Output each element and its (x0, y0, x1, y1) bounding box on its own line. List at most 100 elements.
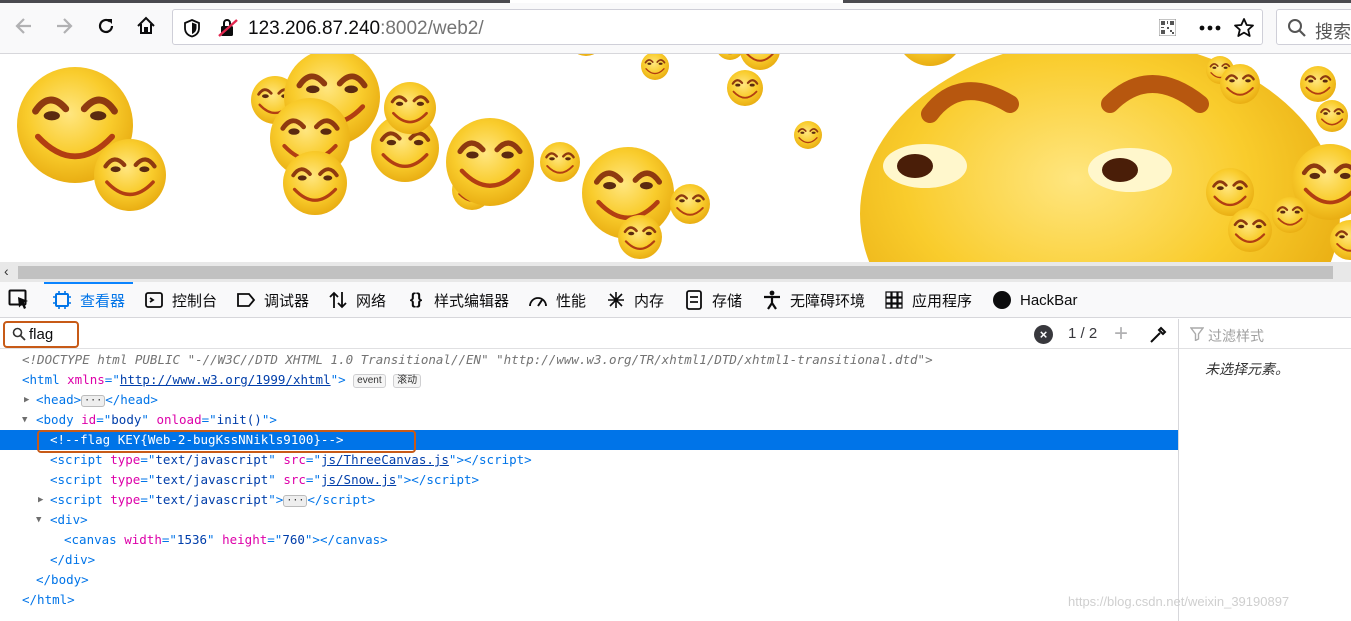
shield-icon[interactable] (183, 18, 201, 38)
tab-strip-edge (0, 0, 1351, 3)
clear-search-button[interactable]: × (1034, 325, 1053, 344)
tab-hackbar[interactable]: HackBar (992, 282, 1078, 318)
expand-twisty-icon[interactable]: ▶ (24, 390, 29, 410)
smiley-emoji-icon (640, 54, 670, 81)
console-icon (144, 290, 164, 310)
smiley-emoji-icon (738, 54, 782, 72)
smiley-emoji-icon (566, 54, 606, 58)
element-picker-icon[interactable] (8, 289, 32, 311)
back-button[interactable] (8, 10, 40, 42)
scrollbar-thumb[interactable] (18, 266, 1333, 279)
devtools-tab-bar: 查看器 控制台 调试器 网络 {} 样式编辑器 性能 内存 存储 无障碍环境 应… (0, 282, 1351, 318)
emoji-snow-illustration (0, 54, 1351, 262)
event-badge[interactable]: event (353, 374, 386, 388)
smiley-emoji-icon (281, 149, 349, 217)
back-arrow-icon (15, 18, 31, 34)
page-actions-icon[interactable] (1199, 25, 1221, 31)
markup-line-doctype[interactable]: <!DOCTYPE html PUBLIC "-//W3C//DTD XHTML… (0, 350, 1178, 370)
reload-button[interactable] (90, 10, 122, 42)
debugger-icon (236, 290, 256, 310)
network-icon (328, 290, 348, 310)
markup-line-html[interactable]: <html xmlns="http://www.w3.org/1999/xhtm… (0, 370, 1178, 390)
html-search-input[interactable]: flag (3, 321, 79, 348)
markup-line-head[interactable]: ▶ <head> ··· </head> (0, 390, 1178, 410)
tab-performance[interactable]: 性能 (528, 282, 586, 318)
smiley-emoji-icon (1298, 64, 1338, 104)
collapse-twisty-icon[interactable]: ▼ (36, 510, 41, 530)
tab-network[interactable]: 网络 (328, 282, 386, 318)
markup-line-body[interactable]: ▼ <body id="body" onload="init()"> (0, 410, 1178, 430)
tab-application[interactable]: 应用程序 (884, 282, 972, 318)
add-node-button[interactable]: + (1114, 320, 1128, 348)
search-match-count: 1 / 2 (1068, 325, 1098, 342)
browser-toolbar: 123.206.87.240:8002/web2/ 搜索 (0, 0, 1351, 54)
markup-line-html-close[interactable]: </html> (0, 590, 1178, 610)
inspector-icon (52, 290, 72, 310)
reload-icon (98, 18, 114, 34)
collapse-twisty-icon[interactable]: ▼ (22, 410, 27, 430)
performance-icon (528, 290, 548, 310)
style-editor-icon: {} (409, 291, 423, 308)
scroll-left-icon[interactable]: ‹ (4, 263, 9, 279)
accessibility-icon (762, 290, 782, 310)
smiley-emoji-icon (616, 213, 664, 261)
smiley-emoji-icon (1226, 206, 1274, 254)
smiley-emoji-icon (715, 54, 745, 61)
markup-line-script-threecanvas[interactable]: <script type="text/javascript" src="js/T… (0, 450, 1178, 470)
expand-twisty-icon[interactable]: ▶ (38, 490, 43, 510)
markup-line-div-close[interactable]: </div> (0, 550, 1178, 570)
tab-inspector[interactable]: 查看器 (43, 282, 134, 318)
forward-arrow-icon (57, 18, 73, 34)
search-icon (12, 327, 26, 341)
smiley-emoji-icon (1218, 62, 1262, 106)
smiley-emoji-icon (1270, 195, 1310, 235)
forward-button[interactable] (48, 10, 80, 42)
eyedropper-icon[interactable] (1148, 325, 1168, 345)
application-icon (884, 290, 904, 310)
bookmark-star-icon[interactable] (1233, 17, 1255, 39)
search-box[interactable]: 搜索 (1276, 9, 1351, 45)
scroll-badge[interactable]: 滚动 (393, 374, 422, 388)
url-bar[interactable]: 123.206.87.240:8002/web2/ (172, 9, 1263, 45)
memory-icon (606, 290, 626, 310)
tab-console[interactable]: 控制台 (144, 282, 217, 318)
hackbar-icon (992, 290, 1012, 310)
tab-accessibility[interactable]: 无障碍环境 (762, 282, 865, 318)
url-text[interactable]: 123.206.87.240:8002/web2/ (248, 18, 484, 40)
tab-memory[interactable]: 内存 (606, 282, 664, 318)
smiley-emoji-icon (382, 80, 438, 136)
watermark: https://blog.csdn.net/weixin_39190897 (1068, 594, 1290, 609)
filter-styles-input[interactable]: 过滤样式 (1179, 319, 1351, 349)
inspector-search-bar: flag × 1 / 2 + (0, 319, 1178, 349)
flag-highlight-box (37, 430, 416, 453)
collapsed-ellipsis[interactable]: ··· (283, 495, 308, 507)
markup-line-body-close[interactable]: </body> (0, 570, 1178, 590)
home-button[interactable] (130, 10, 162, 42)
search-placeholder: 搜索 (1315, 22, 1351, 42)
markup-line-canvas[interactable]: <canvas width="1536" height="760"></canv… (0, 530, 1178, 550)
horizontal-scrollbar[interactable]: ‹ (0, 262, 1351, 282)
tab-style-editor[interactable]: {} 样式编辑器 (406, 282, 509, 318)
page-canvas (0, 54, 1351, 262)
smiley-emoji-icon (668, 182, 712, 226)
smiley-emoji-icon (446, 118, 534, 206)
no-element-selected-message: 未选择元素。 (1205, 361, 1289, 377)
smiley-emoji-icon (896, 54, 964, 66)
markup-line-div[interactable]: ▼ <div> (0, 510, 1178, 530)
smiley-emoji-icon (538, 140, 582, 184)
home-icon (137, 16, 155, 34)
smiley-emoji-icon (725, 68, 765, 108)
collapsed-ellipsis[interactable]: ··· (81, 395, 106, 407)
markup-line-script-snow[interactable]: <script type="text/javascript" src="js/S… (0, 470, 1178, 490)
search-query[interactable]: flag (29, 326, 53, 343)
smiley-emoji-icon (94, 139, 166, 211)
storage-icon (684, 290, 704, 310)
tab-debugger[interactable]: 调试器 (236, 282, 309, 318)
smiley-emoji-icon (793, 120, 823, 150)
rules-sidebar: 过滤样式 未选择元素。 (1178, 319, 1351, 621)
markup-line-script-inline[interactable]: ▶ <script type="text/javascript"> ··· </sc… (0, 490, 1178, 510)
tab-storage[interactable]: 存储 (684, 282, 742, 318)
qr-code-icon[interactable] (1159, 19, 1176, 36)
markup-tree: <!DOCTYPE html PUBLIC "-//W3C//DTD XHTML… (0, 349, 1178, 621)
insecure-lock-icon[interactable] (217, 18, 239, 38)
